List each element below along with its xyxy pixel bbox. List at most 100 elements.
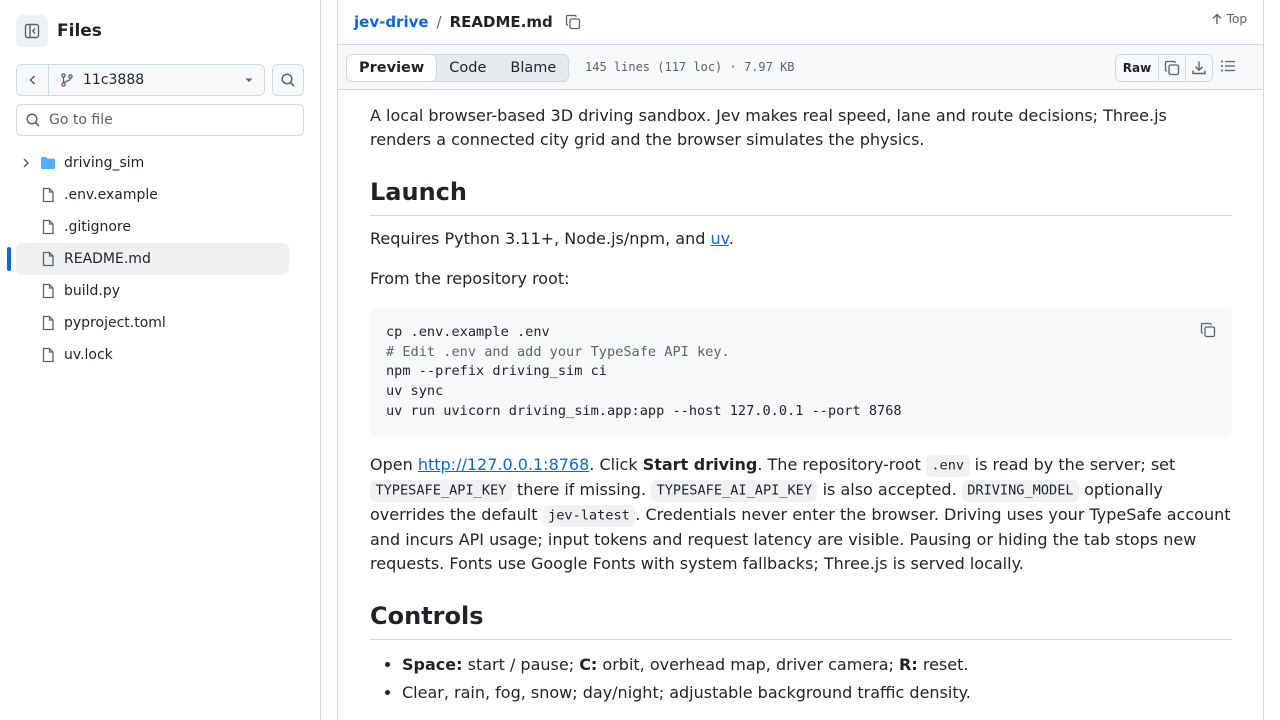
code-block: cp .env.example .env # Edit .env and add…	[370, 308, 1232, 437]
list-item: Clear, rain, fog, snow; day/night; adjus…	[402, 681, 1232, 705]
copy-path-button[interactable]	[565, 14, 581, 30]
tree-item-readme[interactable]: README.md	[7, 243, 289, 275]
tree-item-env-example[interactable]: .env.example	[16, 179, 289, 211]
chevron-left-icon	[28, 75, 35, 85]
requires-end: .	[728, 229, 734, 248]
tree-item-uv-lock[interactable]: uv.lock	[16, 339, 289, 371]
tab-blame[interactable]: Blame	[498, 55, 568, 81]
breadcrumb-file-name: README.md	[449, 13, 553, 31]
copy-raw-button[interactable]	[1158, 55, 1185, 81]
text: orbit, overhead map, driver camera;	[597, 655, 900, 674]
top-label: Top	[1226, 12, 1247, 26]
intro-paragraph: A local browser-based 3D driving sandbox…	[370, 106, 1167, 149]
uv-link[interactable]: uv	[710, 229, 728, 248]
key-label: R:	[899, 655, 918, 674]
code-line: uv run uvicorn driving_sim.app:app --hos…	[386, 402, 902, 419]
top-link[interactable]: Top	[1211, 12, 1247, 26]
start-driving-label: Start driving	[642, 455, 758, 474]
file-meta: 145 lines (117 loc) · 7.97 KB	[585, 60, 795, 74]
tab-preview[interactable]: Preview	[346, 54, 438, 82]
inline-code: .env	[925, 455, 970, 477]
from-root-paragraph: From the repository root:	[370, 269, 570, 288]
raw-button[interactable]: Raw	[1116, 55, 1158, 81]
branch-selector[interactable]: 11c3888	[49, 65, 264, 95]
chevron-right-icon[interactable]	[18, 155, 34, 171]
file-view: jev-drive / README.md Top Preview Code B…	[337, 0, 1264, 720]
text: there if missing.	[511, 480, 652, 499]
controls-list: Space: start / pause; C: orbit, overhead…	[370, 653, 1232, 705]
search-icon	[281, 73, 295, 87]
code-line: npm --prefix driving_sim ci	[386, 363, 607, 380]
tree-item-label: build.py	[64, 283, 121, 299]
inline-code: jev-latest	[542, 505, 636, 527]
file-icon	[42, 251, 54, 267]
file-icon	[42, 315, 54, 331]
branch-name: 11c3888	[83, 72, 145, 88]
tree-item-label: .env.example	[64, 187, 158, 203]
text: is read by the server; set	[969, 455, 1176, 474]
text: . Click	[589, 455, 643, 474]
list-item: Space: start / pause; C: orbit, overhead…	[402, 653, 1232, 677]
inline-code: TYPESAFE_AI_API_KEY	[651, 480, 818, 502]
local-url-link[interactable]: http://127.0.0.1:8768	[418, 455, 589, 474]
search-files-button[interactable]	[272, 64, 304, 96]
tree-item-label: pyproject.toml	[64, 315, 166, 331]
goto-file-input[interactable]	[49, 112, 289, 128]
tree-item-driving-sim[interactable]: driving_sim	[16, 147, 289, 179]
inline-code: TYPESAFE_API_KEY	[370, 480, 512, 502]
file-icon	[42, 219, 54, 235]
copy-icon	[1200, 322, 1216, 338]
launch-heading: Launch	[370, 177, 1232, 216]
sidebar-header: Files	[16, 15, 102, 47]
key-label: Space:	[402, 655, 463, 674]
search-icon	[26, 113, 40, 127]
tree-item-label: README.md	[64, 251, 151, 267]
branch-row: 11c3888	[16, 64, 304, 96]
text: reset.	[917, 655, 969, 674]
outline-button[interactable]	[1220, 58, 1236, 78]
tree-item-label: .gitignore	[64, 219, 131, 235]
code-line: cp .env.example .env	[386, 324, 550, 340]
key-label: C:	[579, 655, 598, 674]
git-branch-icon	[61, 73, 73, 87]
tree-item-gitignore[interactable]: .gitignore	[16, 211, 289, 243]
back-button[interactable]	[17, 65, 49, 95]
collapse-sidebar-button[interactable]	[16, 15, 48, 47]
file-icon	[42, 283, 54, 299]
file-toolbar: Preview Code Blame 145 lines (117 loc) ·…	[338, 44, 1263, 90]
requires-text: Requires Python 3.11+, Node.js/npm, and	[370, 229, 711, 248]
copy-icon	[565, 14, 580, 30]
file-sidebar: Files 11c3888 Go to file driving_sim .en…	[0, 0, 321, 720]
text: . The repository-root	[757, 455, 926, 474]
code-line: uv sync	[386, 383, 444, 400]
list-unordered-icon	[1221, 60, 1235, 72]
tree-item-build-py[interactable]: build.py	[16, 275, 289, 307]
branch-group: 11c3888	[16, 64, 265, 96]
readme-content: A local browser-based 3D driving sandbox…	[370, 104, 1232, 709]
file-tree: driving_sim .env.example .gitignore READ…	[0, 147, 321, 371]
sidebar-title: Files	[57, 21, 102, 41]
arrow-up-icon	[1212, 13, 1222, 24]
breadcrumb-separator: /	[436, 13, 442, 31]
breadcrumb: jev-drive / README.md Top	[338, 0, 1263, 44]
text: start / pause;	[462, 655, 580, 674]
download-button[interactable]	[1185, 55, 1212, 81]
file-icon	[42, 347, 54, 363]
requires-paragraph: Requires Python 3.11+, Node.js/npm, and …	[370, 227, 1232, 251]
code-line: # Edit .env and add your TypeSafe API ke…	[386, 343, 730, 360]
download-icon	[1192, 61, 1206, 75]
open-paragraph: Open http://127.0.0.1:8768. Click Start …	[370, 453, 1232, 576]
tree-item-pyproject[interactable]: pyproject.toml	[16, 307, 289, 339]
file-actions: Raw	[1115, 54, 1213, 82]
view-mode-tabs: Preview Code Blame	[346, 54, 570, 82]
tree-item-label: uv.lock	[64, 347, 113, 363]
copy-code-button[interactable]	[1200, 322, 1216, 342]
tab-code[interactable]: Code	[437, 55, 498, 81]
breadcrumb-repo-link[interactable]: jev-drive	[354, 13, 429, 31]
folder-icon	[41, 157, 55, 169]
goto-file-field	[16, 104, 304, 136]
caret-down-icon	[245, 78, 253, 82]
controls-heading: Controls	[370, 601, 1232, 640]
sidebar-collapse-icon	[24, 23, 40, 39]
text: is also accepted.	[817, 480, 962, 499]
